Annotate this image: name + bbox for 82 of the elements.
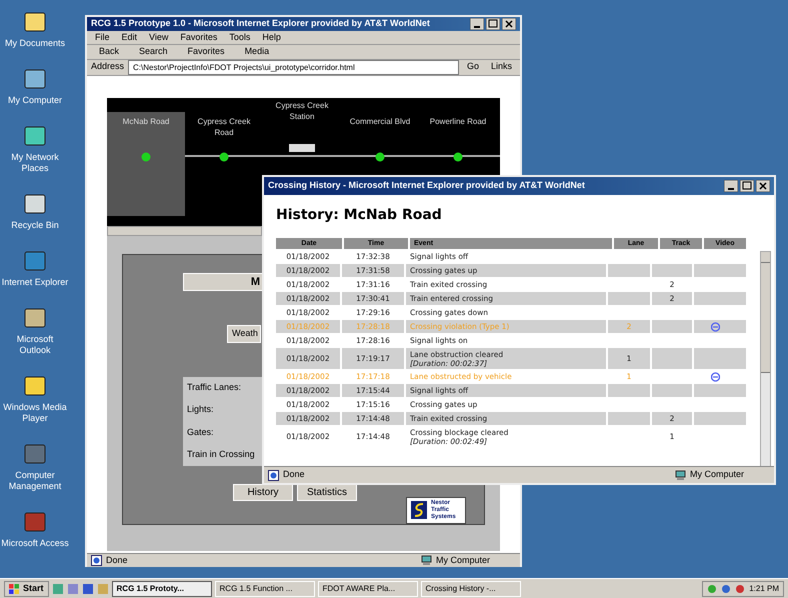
- minimize-icon[interactable]: [724, 180, 738, 192]
- windows-logo-icon: [9, 584, 19, 594]
- desktop-icon-label[interactable]: Microsoft Access: [1, 538, 69, 549]
- video-link-icon[interactable]: [710, 372, 720, 382]
- toolbar-button[interactable]: Back: [95, 45, 124, 58]
- status-text: Done: [283, 468, 306, 482]
- desktop-app-icon[interactable]: [23, 10, 47, 34]
- security-zone: My Computer: [436, 554, 492, 567]
- close-icon[interactable]: [502, 18, 516, 30]
- desktop-app-icon[interactable]: [23, 67, 47, 91]
- go-button[interactable]: Go: [462, 60, 483, 74]
- status-label: Train in Crossing: [187, 448, 256, 461]
- start-button[interactable]: Start: [4, 580, 49, 596]
- crossing-marker[interactable]: McNab Road: [107, 112, 185, 216]
- signal-dot-icon: [141, 150, 151, 162]
- menu-item[interactable]: View: [149, 30, 168, 44]
- logo-icon: [411, 501, 427, 519]
- weather-button[interactable]: Weath: [227, 324, 261, 342]
- menu-item[interactable]: Tools: [229, 30, 250, 44]
- crossing-name: McNab Road: [122, 116, 170, 128]
- security-zone: My Computer: [690, 468, 746, 482]
- crossing-marker[interactable]: Cypress Creek Station: [263, 100, 341, 172]
- scrollbar[interactable]: [760, 251, 771, 466]
- crossing-marker[interactable]: Commercial Blvd: [341, 112, 419, 172]
- menu-item[interactable]: File: [95, 30, 110, 44]
- page-icon: [268, 470, 279, 480]
- crossing-marker[interactable]: Powerline Road: [419, 112, 497, 172]
- toolbar-button[interactable]: Search: [135, 45, 172, 58]
- close-icon[interactable]: [756, 180, 770, 192]
- desktop-icon-label[interactable]: Internet Explorer: [2, 277, 68, 288]
- taskbar-task[interactable]: RCG 1.5 Function ...: [214, 580, 315, 596]
- tray-icon[interactable]: [735, 584, 746, 594]
- window-title: RCG 1.5 Prototype 1.0 - Microsoft Internet Explorer provided by AT&T WorldNet: [91, 17, 431, 30]
- desktop-icon-label[interactable]: My Computer: [8, 95, 62, 106]
- window-title: Crossing History - Microsoft Internet Explorer provided by AT&T WorldNet: [268, 179, 586, 192]
- address-label: Address: [91, 60, 124, 74]
- maximize-icon[interactable]: [486, 18, 500, 30]
- minimize-icon[interactable]: [470, 18, 484, 30]
- taskbar-task[interactable]: Crossing History -...: [420, 580, 521, 596]
- station-icon: [289, 144, 315, 152]
- toolbar-button[interactable]: Media: [240, 45, 274, 58]
- crossing-name: Cypress Creek Station: [274, 100, 330, 122]
- panel-title: M: [183, 272, 265, 290]
- desktop-app-icon[interactable]: [23, 374, 47, 398]
- desktop-app-icon[interactable]: [23, 306, 47, 330]
- taskbar-task[interactable]: FDOT AWARE Pla...: [318, 580, 418, 596]
- tray-icon[interactable]: [721, 584, 732, 594]
- crossing-name: Commercial Blvd: [348, 116, 412, 128]
- quick-launch-icon[interactable]: [82, 582, 94, 594]
- status-label: Traffic Lanes:: [187, 380, 242, 394]
- status-text: Done: [106, 554, 129, 566]
- address-field[interactable]: C:\Nestor\ProjectInfo\FDOT Projects\ui_prototype\corridor.html: [128, 60, 459, 74]
- status-label: Lights:: [187, 403, 215, 416]
- history-heading: History: McNab Road: [276, 206, 443, 225]
- video-link-icon[interactable]: [710, 322, 720, 332]
- status-label: Gates:: [187, 426, 215, 438]
- desktop-icon-label[interactable]: Recycle Bin: [11, 220, 59, 231]
- menu-item[interactable]: Edit: [122, 30, 138, 44]
- crossing-marker[interactable]: Cypress Creek Road: [185, 112, 263, 172]
- desktop-app-icon[interactable]: [23, 124, 47, 148]
- desktop-app-icon[interactable]: [23, 192, 47, 216]
- signal-dot-icon: [453, 150, 463, 162]
- menu-item[interactable]: Help: [262, 30, 281, 44]
- toolbar-button[interactable]: Favorites: [184, 45, 229, 58]
- desktop-icon-label[interactable]: Windows Media Player: [0, 402, 70, 424]
- panel-button[interactable]: History: [233, 484, 293, 500]
- computer-icon: [675, 470, 686, 480]
- signal-dot-icon: [219, 150, 229, 162]
- page-icon: [91, 554, 102, 566]
- crossing-name: Powerline Road: [428, 116, 488, 128]
- maximize-icon[interactable]: [740, 180, 754, 192]
- crossing-name: Cypress Creek Road: [196, 116, 252, 138]
- menu-item[interactable]: Favorites: [180, 30, 218, 44]
- horizontal-scrollbar[interactable]: [107, 226, 262, 236]
- desktop-icon-label[interactable]: My Network Places: [0, 152, 70, 174]
- desktop-icon-label[interactable]: Microsoft Outlook: [0, 334, 70, 356]
- clock: 1:21 PM: [749, 582, 779, 594]
- links-button[interactable]: Links: [486, 60, 516, 74]
- signal-dot-icon: [375, 150, 385, 162]
- desktop-icon-label[interactable]: My Documents: [4, 38, 66, 49]
- taskbar-task[interactable]: RCG 1.5 Prototy...: [112, 580, 212, 596]
- desktop-icon-label[interactable]: Computer Management: [0, 470, 70, 492]
